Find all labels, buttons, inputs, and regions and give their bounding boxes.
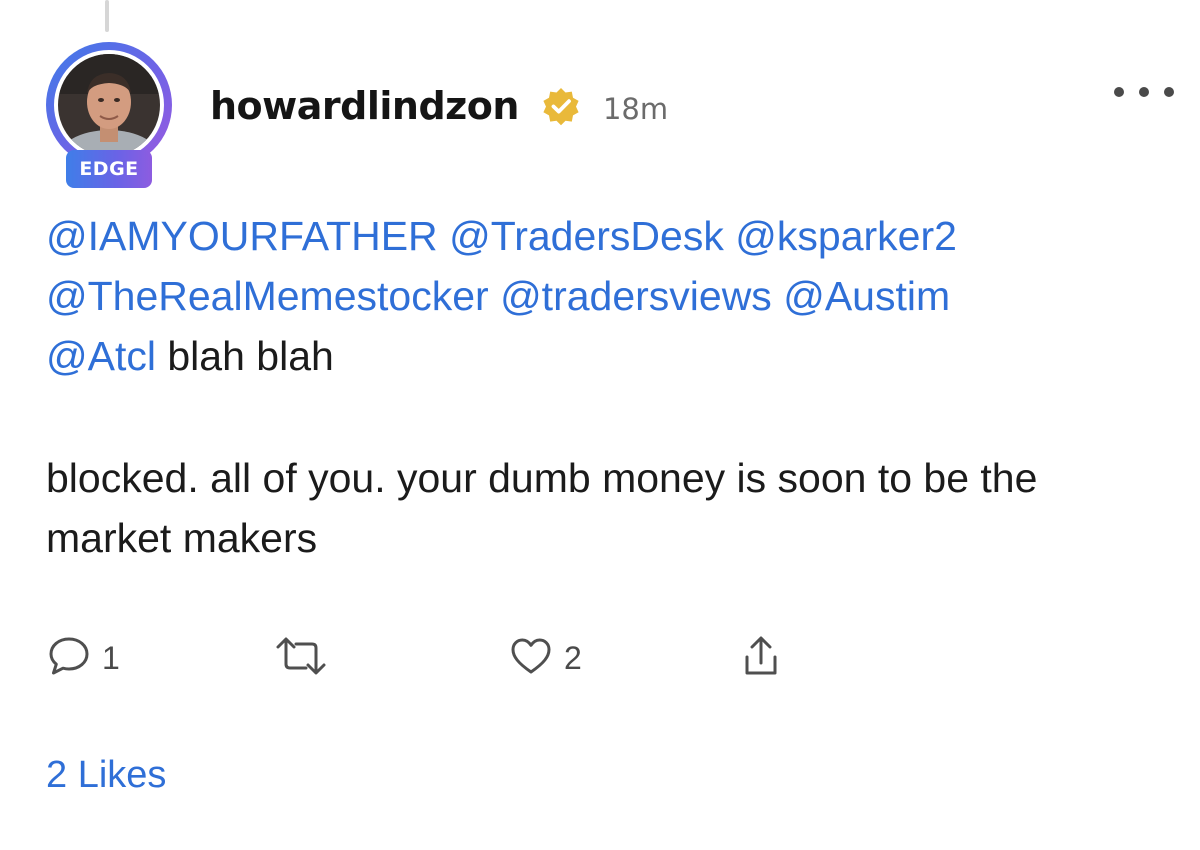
mentions-line-3: @Atcl blah blah (46, 326, 1156, 386)
post-header: howardlindzon 18m (210, 78, 668, 134)
verified-badge-icon (541, 86, 581, 126)
reply-count: 1 (102, 639, 120, 676)
avatar-photo (58, 54, 160, 156)
comment-icon (46, 633, 92, 683)
like-button[interactable]: 2 (508, 628, 582, 688)
repost-icon (272, 633, 330, 683)
reply-button[interactable]: 1 (46, 628, 120, 688)
post-text-paragraph: blocked. all of you. your dumb money is … (46, 455, 1038, 561)
mention-link[interactable]: @Atcl (46, 333, 156, 379)
more-options-button[interactable] (1114, 80, 1174, 104)
dot-icon (1139, 87, 1149, 97)
mention-link[interactable]: @TheRealMemestocker (46, 273, 489, 319)
mention-link[interactable]: @IAMYOURFATHER (46, 213, 438, 259)
post-timestamp: 18m (602, 92, 669, 126)
dot-icon (1114, 87, 1124, 97)
likes-summary-link[interactable]: 2 Likes (46, 754, 166, 797)
share-button[interactable] (738, 628, 784, 688)
mention-link[interactable]: @TradersDesk (449, 213, 724, 259)
post-actions-bar: 1 2 (46, 628, 806, 688)
like-count: 2 (564, 639, 582, 676)
share-icon (738, 633, 784, 683)
dot-icon (1164, 87, 1174, 97)
mentions-line-2: @TheRealMemestocker @tradersviews @Austi… (46, 266, 1156, 326)
heart-icon (508, 633, 554, 683)
mention-link[interactable]: @ksparker2 (735, 213, 957, 259)
mentions-line-1: @IAMYOURFATHER @TradersDesk @ksparker2 (46, 206, 1156, 266)
repost-button[interactable] (272, 628, 330, 688)
mention-link[interactable]: @tradersviews (500, 273, 772, 319)
post-text: blah blah (167, 333, 334, 379)
mention-link[interactable]: @Austim (783, 273, 950, 319)
post-body: @IAMYOURFATHER @TradersDesk @ksparker2 @… (46, 206, 1156, 568)
edge-badge: EDGE (66, 150, 152, 188)
author-username[interactable]: howardlindzon (210, 84, 519, 128)
thread-connector-line (105, 0, 109, 32)
